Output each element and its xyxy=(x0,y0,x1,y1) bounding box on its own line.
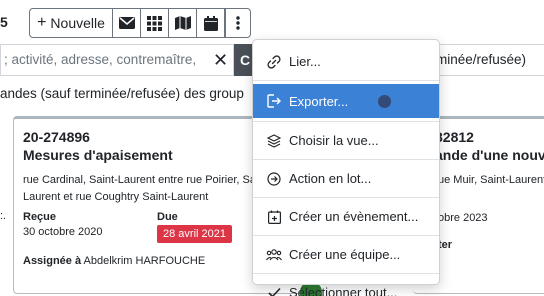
menu-divider xyxy=(253,197,439,198)
page-number: 5 xyxy=(0,14,8,30)
menu-item-bulk-action[interactable]: Action en lot... xyxy=(253,163,439,194)
request-number-2: 82812 xyxy=(435,129,474,145)
received-date-2: obre 2023 xyxy=(438,212,488,224)
assigned-name: Abdelkrim HARFOUCHE xyxy=(83,255,206,267)
request-address-2: ue Muir, Saint-Laurent xyxy=(438,174,544,186)
assigned-row: Assignée à Abdelkrim HARFOUCHE xyxy=(23,255,205,267)
plus-icon: + xyxy=(37,14,47,31)
toolbar: 5 + Nouvelle xyxy=(0,8,544,40)
assigned-label: Assignée à xyxy=(23,255,82,267)
menu-item-label: Lier... xyxy=(289,54,321,69)
menu-item-label: Créer une équipe... xyxy=(289,247,401,262)
results-summary: andes (sauf terminée/refusée) des group xyxy=(0,86,244,101)
search-input[interactable]: ; activité, adresse, contremaître, xyxy=(0,44,208,76)
due-label: Due xyxy=(157,211,178,223)
menu-item-select-all[interactable]: Sélectionner tout... xyxy=(253,277,439,296)
link-icon xyxy=(265,54,283,69)
received-date: 30 octobre 2020 xyxy=(23,226,103,238)
menu-item-create-event[interactable]: Créer un évènement... xyxy=(253,201,439,232)
menu-item-export[interactable]: Exporter... xyxy=(253,84,439,118)
new-button-label: Nouvelle xyxy=(50,15,105,31)
more-options-button[interactable] xyxy=(225,8,251,38)
label-fragment-2: ter xyxy=(438,239,453,251)
calendar-view-button[interactable] xyxy=(197,8,225,38)
menu-item-choose-view[interactable]: Choisir la vue... xyxy=(253,125,439,156)
map-icon xyxy=(174,16,191,30)
map-view-button[interactable] xyxy=(169,8,197,38)
menu-divider xyxy=(253,235,439,236)
calendar-plus-icon xyxy=(265,210,283,224)
request-number: 20-274896 xyxy=(23,129,90,145)
menu-item-label: Exporter... xyxy=(289,93,349,109)
calendar-icon xyxy=(203,15,218,31)
check-icon xyxy=(265,287,283,296)
export-icon xyxy=(265,94,283,108)
envelope-icon xyxy=(118,17,135,29)
request-title: Mesures d'apaisement xyxy=(23,147,173,163)
more-vertical-icon xyxy=(236,16,240,30)
menu-item-label: Action en lot... xyxy=(289,171,372,186)
clear-search-button[interactable]: ✕ xyxy=(208,44,234,76)
arrow-circle-right-icon xyxy=(265,171,283,186)
request-title-2: ande d'une nouv xyxy=(435,147,544,163)
menu-divider xyxy=(253,121,439,122)
more-options-menu: Lier... Exporter... Choisir la vue... Ac… xyxy=(252,39,440,296)
menu-divider xyxy=(253,159,439,160)
menu-item-label: Créer un évènement... xyxy=(289,209,419,224)
menu-item-create-team[interactable]: Créer une équipe... xyxy=(253,239,439,270)
menu-item-link[interactable]: Lier... xyxy=(253,46,439,77)
received-label: Reçue xyxy=(23,211,57,223)
new-button[interactable]: + Nouvelle xyxy=(29,8,113,38)
menu-divider xyxy=(253,80,439,81)
menu-item-label: Choisir la vue... xyxy=(289,133,379,148)
cursor-icon xyxy=(378,95,391,108)
close-icon: ✕ xyxy=(212,49,229,70)
layers-icon xyxy=(265,133,283,148)
menu-divider xyxy=(253,273,439,274)
due-date-badge: 28 avril 2021 xyxy=(157,225,232,243)
grid-icon xyxy=(147,15,162,31)
people-icon xyxy=(265,248,283,261)
request-address-line-2: Laurent et rue Coughtry Saint-Laurent xyxy=(23,191,209,203)
grid-view-button[interactable] xyxy=(141,8,169,38)
email-button[interactable] xyxy=(113,8,141,38)
menu-item-label: Sélectionner tout... xyxy=(289,285,398,296)
previous-card-edge: :. xyxy=(0,210,7,222)
